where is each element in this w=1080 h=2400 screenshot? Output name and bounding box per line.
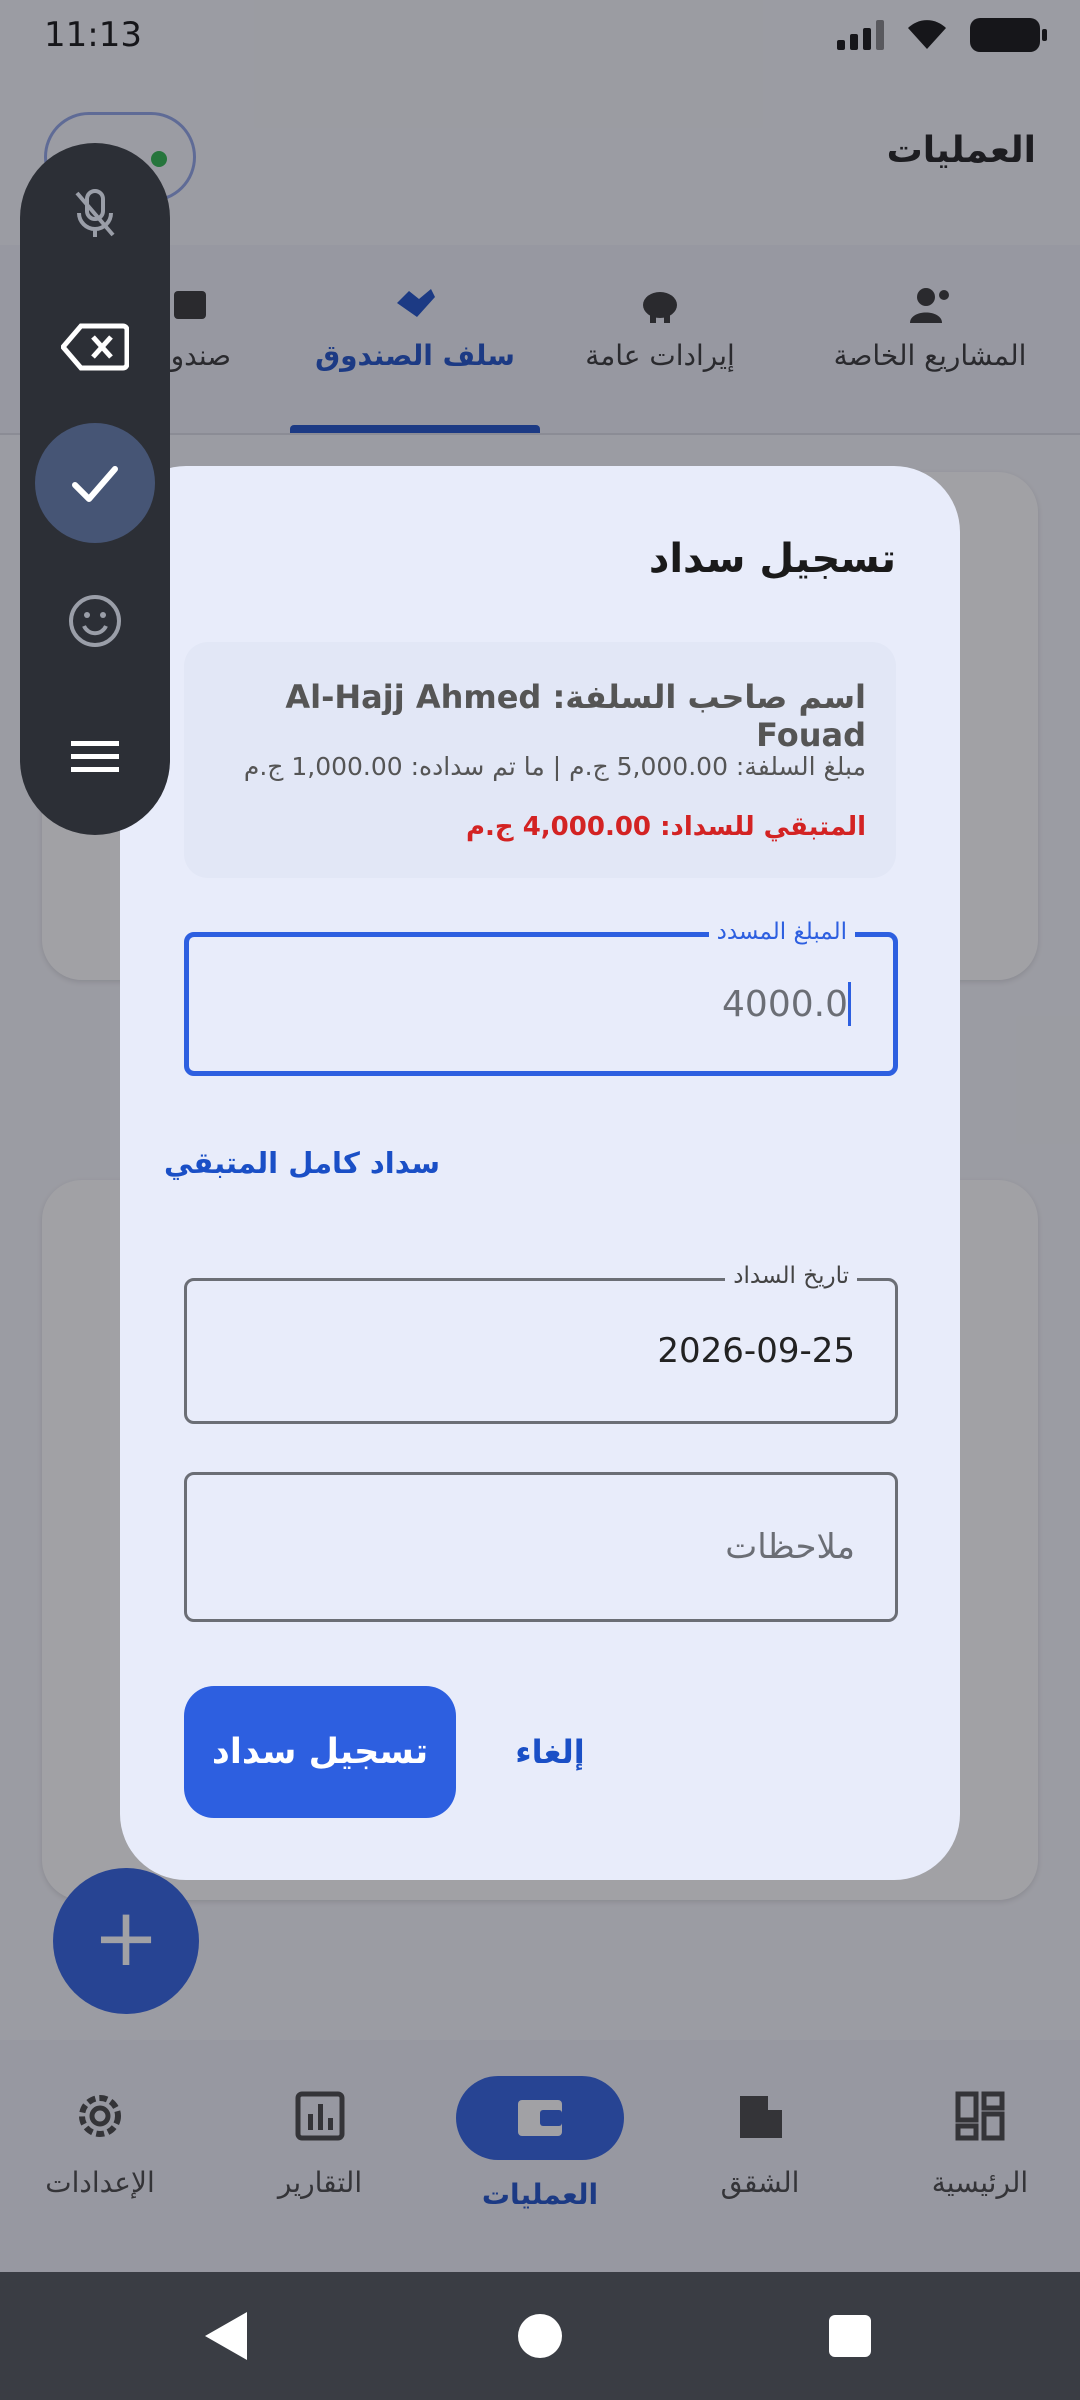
advance-holder-line: اسم صاحب السلفة: Al-Hajj Ahmed Fouad bbox=[184, 678, 866, 754]
notes-field[interactable]: ملاحظات bbox=[184, 1472, 898, 1622]
pay-full-remaining-button[interactable]: سداد كامل المتبقي bbox=[164, 1146, 440, 1180]
emoji-button[interactable] bbox=[35, 561, 155, 681]
remaining-value: 4,000.00 ج.م bbox=[465, 812, 652, 842]
notes-placeholder: ملاحظات bbox=[725, 1527, 855, 1567]
back-icon[interactable] bbox=[205, 2312, 247, 2360]
advance-info-box: اسم صاحب السلفة: Al-Hajj Ahmed Fouad مبل… bbox=[184, 642, 896, 878]
floating-keyboard-toolbar bbox=[20, 143, 170, 835]
recent-apps-icon[interactable] bbox=[829, 2315, 871, 2357]
dialog-title: تسجيل سداد bbox=[648, 536, 896, 582]
payment-date-value: 2026-09-25 bbox=[657, 1331, 855, 1371]
paid-amount-value-wrap: 4000.0 bbox=[722, 937, 853, 1071]
mic-off-icon bbox=[75, 189, 115, 237]
hamburger-icon bbox=[71, 741, 119, 772]
paid-amount-value: 4000.0 bbox=[722, 983, 848, 1025]
home-icon[interactable] bbox=[518, 2314, 562, 2358]
backspace-icon bbox=[61, 323, 129, 371]
remaining-line: المتبقي للسداد: 4,000.00 ج.م bbox=[466, 812, 866, 842]
advance-holder-label: اسم صاحب السلفة: bbox=[552, 678, 866, 716]
menu-button[interactable] bbox=[35, 697, 155, 817]
advance-amounts: مبلغ السلفة: 5,000.00 ج.م | ما تم سداده:… bbox=[243, 752, 866, 781]
emoji-icon bbox=[69, 595, 121, 647]
payment-date-field[interactable]: تاريخ السداد 2026-09-25 bbox=[184, 1263, 898, 1424]
text-caret bbox=[848, 982, 851, 1026]
confirm-button[interactable] bbox=[35, 423, 155, 543]
mic-off-button[interactable] bbox=[35, 153, 155, 273]
payment-dialog: تسجيل سداد اسم صاحب السلفة: Al-Hajj Ahme… bbox=[120, 466, 960, 1880]
remaining-label: المتبقي للسداد: bbox=[660, 812, 866, 842]
paid-amount-field[interactable]: المبلغ المسدد 4000.0 bbox=[184, 919, 898, 1076]
system-nav-bar bbox=[0, 2272, 1080, 2400]
check-icon bbox=[72, 466, 118, 502]
cancel-button[interactable]: إلغاء bbox=[480, 1686, 620, 1818]
backspace-button[interactable] bbox=[35, 287, 155, 407]
submit-payment-button[interactable]: تسجيل سداد bbox=[184, 1686, 456, 1818]
